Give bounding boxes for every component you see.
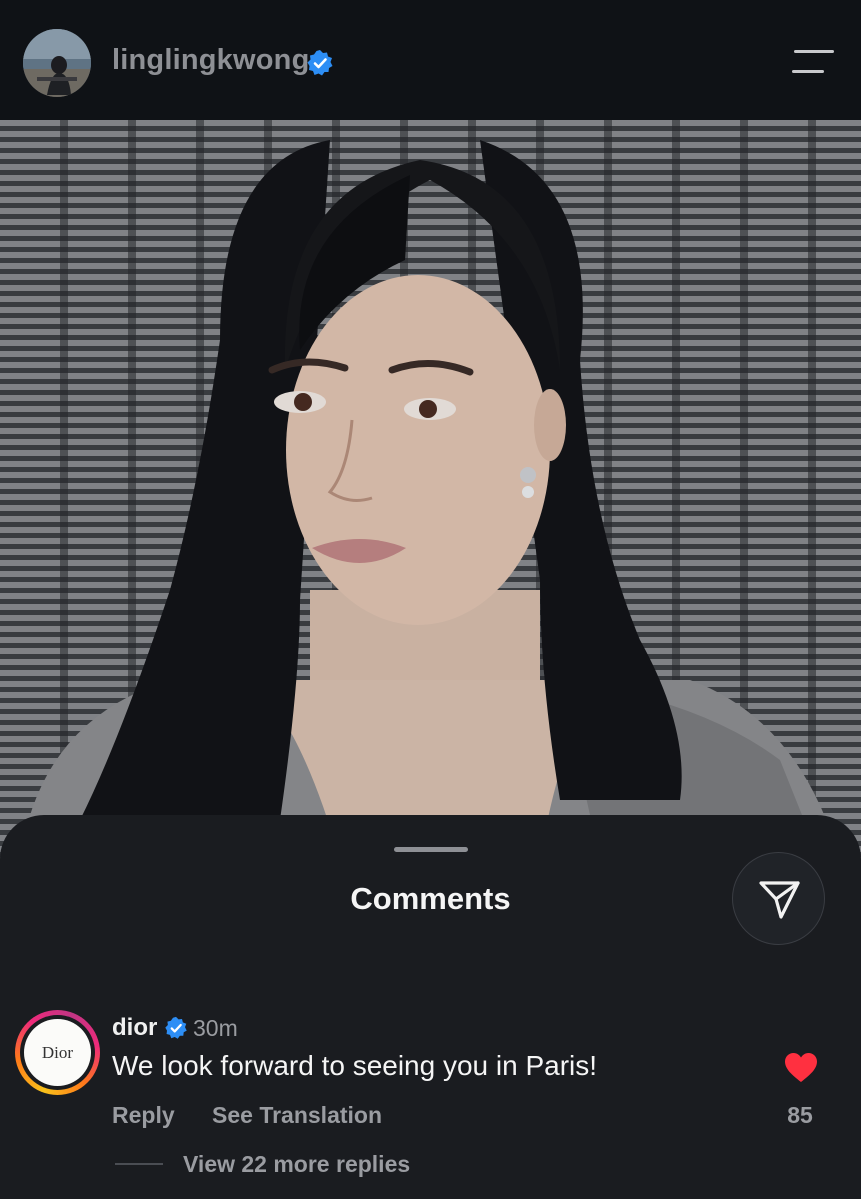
post-header: linglingkwong (0, 0, 861, 120)
username[interactable]: linglingkwong (112, 44, 310, 77)
avatar-photo (23, 29, 91, 97)
post-photo[interactable] (0, 120, 861, 860)
screen: linglingkwong Comments Dior dior 30m We … (0, 0, 861, 1199)
comment-text: We look forward to seeing you in Paris! (112, 1050, 598, 1081)
see-translation-button[interactable]: See Translation (212, 1102, 382, 1129)
comment-timestamp: 30m (193, 1015, 238, 1041)
comment-avatar[interactable]: Dior (15, 1010, 100, 1095)
heart-icon[interactable] (784, 1052, 818, 1084)
verified-badge-icon (307, 50, 333, 76)
photo-overlay (0, 120, 861, 860)
avatar-story-ring: Dior (20, 1015, 95, 1090)
send-icon (759, 881, 800, 919)
hamburger-menu-icon[interactable] (790, 48, 836, 76)
verified-badge-icon (165, 1016, 187, 1039)
comment-username[interactable]: dior (112, 1014, 157, 1042)
share-button[interactable] (732, 852, 825, 945)
dior-logo: Dior (24, 1019, 91, 1086)
like-count: 85 (787, 1102, 813, 1128)
view-replies-button[interactable]: View 22 more replies (183, 1151, 410, 1178)
drag-handle[interactable] (394, 847, 468, 852)
replies-divider (115, 1163, 163, 1165)
profile-avatar[interactable] (23, 29, 91, 97)
reply-button[interactable]: Reply (112, 1102, 175, 1129)
comments-sheet: Comments Dior dior 30m We look forward t… (0, 815, 861, 1199)
